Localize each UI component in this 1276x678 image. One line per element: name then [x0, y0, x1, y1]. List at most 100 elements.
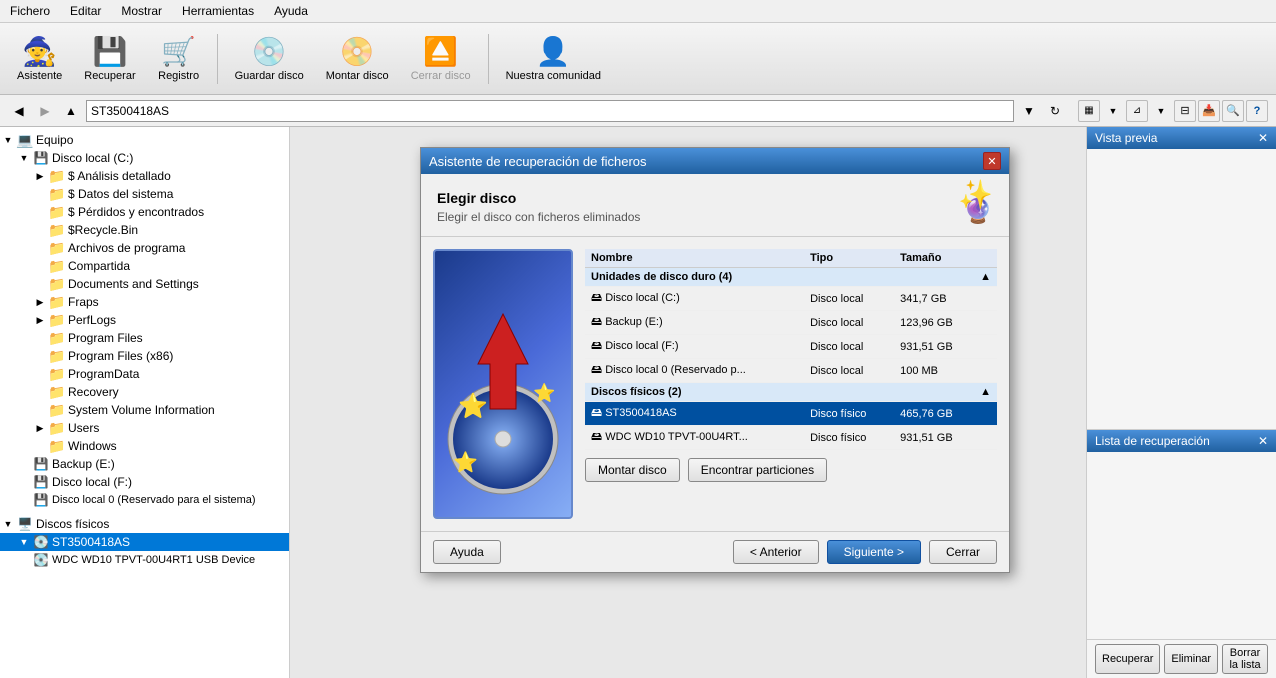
table-row-wdc[interactable]: 🖴 WDC WD10 TPVT-00U4RT... Disco físico 9…	[585, 426, 997, 450]
row-backup-e-size: 123,96 GB	[894, 311, 974, 335]
tree-item-perflogs[interactable]: ▶ 📁 PerfLogs	[0, 311, 289, 329]
siguiente-button[interactable]: Siguiente >	[827, 540, 921, 564]
address-input[interactable]	[86, 100, 1014, 122]
tree-item-discos-fisicos[interactable]: ▼ 🖥️ Discos físicos	[0, 515, 289, 533]
perdidos-label: $ Pérdidos y encontrados	[66, 205, 204, 219]
tree-item-system-volume[interactable]: 📁 System Volume Information	[0, 401, 289, 419]
tree-item-fraps[interactable]: ▶ 📁 Fraps	[0, 293, 289, 311]
menu-fichero[interactable]: Fichero	[4, 2, 56, 20]
up-button[interactable]: ▲	[60, 100, 82, 122]
tree-item-st3500418as[interactable]: ▼ 💽 ST3500418AS	[0, 533, 289, 551]
forward-button[interactable]: ▶	[34, 100, 56, 122]
view-toggle-1[interactable]: ▦	[1078, 100, 1100, 122]
dialog-header: Elegir disco Elegir el disco con fichero…	[421, 174, 1009, 237]
tree-item-program-files-x86[interactable]: 📁 Program Files (x86)	[0, 347, 289, 365]
toolbar-separator-1	[217, 34, 218, 84]
menu-ayuda[interactable]: Ayuda	[268, 2, 314, 20]
table-row-backup-e[interactable]: 🖴 Backup (E:) Disco local 123,96 GB	[585, 311, 997, 335]
back-button[interactable]: ◀	[8, 100, 30, 122]
table-row-disco-c[interactable]: 🖴 Disco local (C:) Disco local 341,7 GB	[585, 287, 997, 311]
perflogs-icon: 📁	[48, 312, 66, 328]
toggle-discos-fisicos[interactable]: ▼	[0, 519, 16, 529]
users-label: Users	[66, 421, 99, 435]
asistente-button[interactable]: 🧙 Asistente	[8, 30, 71, 87]
right-panel: Vista previa ✕ Lista de recuperación ✕ R…	[1086, 127, 1276, 678]
col-scroll	[974, 249, 997, 268]
save-view-button[interactable]: ⊟	[1174, 100, 1196, 122]
archivos-icon: 📁	[48, 240, 66, 256]
menu-herramientas[interactable]: Herramientas	[176, 2, 260, 20]
dialog-body: ⭐ ⭐ ⭐ Nombre Tipo Tamaño	[421, 237, 1009, 531]
addressbar: ◀ ▶ ▲ ▼ ↻ ▦ ▼ ⊿ ▼ ⊟ 📥 🔍 ?	[0, 95, 1276, 127]
menu-editar[interactable]: Editar	[64, 2, 107, 20]
toggle-fraps[interactable]: ▶	[32, 297, 48, 308]
pfx86-icon: 📁	[48, 348, 66, 364]
tree-item-disco-0[interactable]: 💾 Disco local 0 (Reservado para el siste…	[0, 491, 289, 509]
tree-item-archivos[interactable]: 📁 Archivos de programa	[0, 239, 289, 257]
table-row-disco-f[interactable]: 🖴 Disco local (F:) Disco local 931,51 GB	[585, 335, 997, 359]
search-button[interactable]: 🔍	[1222, 100, 1244, 122]
address-dropdown[interactable]: ▼	[1018, 100, 1040, 122]
toggle-analisis[interactable]: ▶	[32, 171, 48, 182]
encontrar-particiones-button[interactable]: Encontrar particiones	[688, 458, 827, 482]
tree-item-programdata[interactable]: 📁 ProgramData	[0, 365, 289, 383]
filter-button[interactable]: ⊿	[1126, 100, 1148, 122]
eliminar-list-button[interactable]: Eliminar	[1164, 644, 1218, 674]
tree-item-compartida[interactable]: 📁 Compartida	[0, 257, 289, 275]
preview-close[interactable]: ✕	[1258, 131, 1268, 145]
recuperar-list-button[interactable]: Recuperar	[1095, 644, 1160, 674]
tree-item-documents[interactable]: 📁 Documents and Settings	[0, 275, 289, 293]
tree-item-analisis[interactable]: ▶ 📁 $ Análisis detallado	[0, 167, 289, 185]
toggle-users[interactable]: ▶	[32, 423, 48, 434]
toggle-disco-c[interactable]: ▼	[16, 153, 32, 163]
tree-item-program-files[interactable]: 📁 Program Files	[0, 329, 289, 347]
wdc-row-icon: 🖴	[591, 431, 602, 443]
guardar-disco-button[interactable]: 💿 Guardar disco	[226, 30, 313, 87]
row-st3500418as-type: Disco físico	[804, 402, 894, 426]
registro-button[interactable]: 🛒 Registro	[149, 30, 209, 87]
menu-mostrar[interactable]: Mostrar	[115, 2, 168, 20]
row-disco-0-size: 100 MB	[894, 359, 974, 383]
toggle-st3500418as[interactable]: ▼	[16, 537, 32, 547]
recuperar-button[interactable]: 💾 Recuperar	[75, 30, 144, 87]
recovery-list-close[interactable]: ✕	[1258, 434, 1268, 448]
tree-item-wdc[interactable]: 💽 WDC WD10 TPVT-00U4RT1 USB Device	[0, 551, 289, 569]
comunidad-button[interactable]: 👤 Nuestra comunidad	[497, 30, 610, 87]
filter-dropdown[interactable]: ▼	[1150, 100, 1172, 122]
table-row-st3500418as[interactable]: 🖴 ST3500418AS Disco físico 465,76 GB	[585, 402, 997, 426]
section-unidades-scroll[interactable]: ▲	[974, 268, 997, 287]
recovery-list-section: Lista de recuperación ✕ Recuperar Elimin…	[1087, 430, 1276, 678]
ayuda-button[interactable]: Ayuda	[433, 540, 501, 564]
montar-disco-button[interactable]: 📀 Montar disco	[317, 30, 398, 87]
section-fisicos-scroll[interactable]: ▲	[974, 383, 997, 402]
borrar-lista-button[interactable]: Borrar la lista	[1222, 644, 1268, 674]
tree-item-windows[interactable]: 📁 Windows	[0, 437, 289, 455]
row-disco-f-type: Disco local	[804, 335, 894, 359]
toggle-perflogs[interactable]: ▶	[32, 315, 48, 326]
col-tipo: Tipo	[804, 249, 894, 268]
tree-item-recycle[interactable]: 📁 $Recycle.Bin	[0, 221, 289, 239]
recycle-icon: 📁	[48, 222, 66, 238]
comunidad-icon: 👤	[536, 35, 571, 68]
tree-item-backup-e[interactable]: 💾 Backup (E:)	[0, 455, 289, 473]
anterior-button[interactable]: < Anterior	[733, 540, 819, 564]
tree-item-perdidos[interactable]: 📁 $ Pérdidos y encontrados	[0, 203, 289, 221]
tree-item-recovery[interactable]: 📁 Recovery	[0, 383, 289, 401]
cerrar-disco-button[interactable]: ⏏️ Cerrar disco	[402, 30, 480, 87]
tree-item-users[interactable]: ▶ 📁 Users	[0, 419, 289, 437]
montar-disco-dialog-button[interactable]: Montar disco	[585, 458, 680, 482]
datos-label: $ Datos del sistema	[66, 187, 173, 201]
load-view-button[interactable]: 📥	[1198, 100, 1220, 122]
tree-item-disco-c[interactable]: ▼ 💾 Disco local (C:)	[0, 149, 289, 167]
cerrar-dialog-button[interactable]: Cerrar	[929, 540, 997, 564]
tree-item-datos-sistema[interactable]: 📁 $ Datos del sistema	[0, 185, 289, 203]
tree-item-equipo[interactable]: ▼ 💻 Equipo	[0, 131, 289, 149]
view-toggle-dropdown[interactable]: ▼	[1102, 100, 1124, 122]
table-row-disco-0[interactable]: 🖴 Disco local 0 (Reservado p... Disco lo…	[585, 359, 997, 383]
dialog-close-button[interactable]: ✕	[983, 152, 1001, 170]
toggle-equipo[interactable]: ▼	[0, 135, 16, 145]
tree-item-disco-f[interactable]: 💾 Disco local (F:)	[0, 473, 289, 491]
refresh-button[interactable]: ↻	[1044, 100, 1066, 122]
help-button[interactable]: ?	[1246, 100, 1268, 122]
row-disco-c-name: 🖴 Disco local (C:)	[585, 287, 804, 311]
